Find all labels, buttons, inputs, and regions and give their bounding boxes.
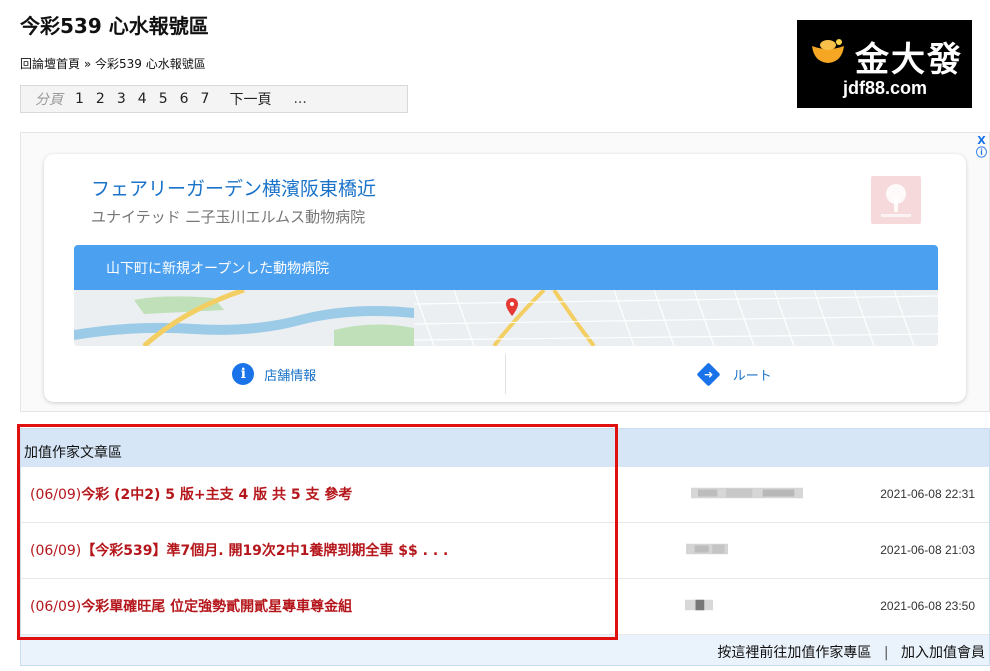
info-icon: i bbox=[232, 363, 255, 385]
ad-map[interactable] bbox=[74, 290, 938, 346]
article-title: 【今彩539】準7個月. 開19次2中1養牌到期全車 $$ . . . bbox=[81, 543, 449, 559]
logo-domain: jdf88.com bbox=[843, 78, 928, 98]
author-name-blurred[interactable] bbox=[683, 542, 731, 556]
footer-separator: | bbox=[883, 645, 889, 661]
ad-route-button[interactable]: ➜ ルート bbox=[504, 354, 967, 394]
author-name-blurred[interactable] bbox=[683, 486, 811, 500]
article-date: 2021-06-08 22:31 bbox=[880, 487, 975, 501]
article-title-link[interactable]: (06/09)【今彩539】準7個月. 開19次2中1養牌到期全車 $$ . .… bbox=[30, 540, 448, 560]
article-date-prefix: (06/09) bbox=[30, 543, 82, 559]
pager-page-1[interactable]: 1 bbox=[75, 91, 84, 107]
premium-authors-link[interactable]: 按這裡前往加值作家專區 bbox=[717, 645, 871, 661]
site-logo[interactable]: 金大發 jdf88.com bbox=[797, 20, 972, 108]
ad-thumbnail[interactable] bbox=[871, 176, 921, 224]
tree-logo-icon bbox=[881, 184, 911, 217]
pager-page-5[interactable]: 5 bbox=[159, 91, 168, 107]
article-title: 今彩單確旺尾 位定強勢貳開貳星專車尊金組 bbox=[81, 599, 353, 615]
articles-header: 加值作家文章區 bbox=[21, 429, 989, 467]
article-title: 今彩 (2中2) 5 版+主支 4 版 共 5 支 參考 bbox=[81, 487, 353, 503]
premium-articles-section: 加值作家文章區 (06/09)今彩 (2中2) 5 版+主支 4 版 共 5 支… bbox=[20, 428, 990, 666]
breadcrumb-current: 今彩539 心水報號區 bbox=[95, 57, 206, 71]
breadcrumb-separator: » bbox=[83, 57, 92, 71]
article-date: 2021-06-08 21:03 bbox=[880, 543, 975, 557]
map-image bbox=[74, 290, 938, 346]
article-title-link[interactable]: (06/09)今彩 (2中2) 5 版+主支 4 版 共 5 支 參考 bbox=[30, 484, 352, 504]
article-title-link[interactable]: (06/09)今彩單確旺尾 位定強勢貳開貳星專車尊金組 bbox=[30, 596, 352, 616]
article-date-prefix: (06/09) bbox=[30, 599, 82, 615]
ad-frame: X ⓘ フェアリーガーデン横濱阪東橋近 ユナイテッド 二子玉川エルムス動物病院 … bbox=[20, 132, 990, 412]
article-row: (06/09)今彩 (2中2) 5 版+主支 4 版 共 5 支 參考 2021… bbox=[21, 467, 989, 523]
article-row: (06/09)【今彩539】準7個月. 開19次2中1養牌到期全車 $$ . .… bbox=[21, 523, 989, 579]
pager-next-button[interactable]: 下一頁 bbox=[229, 89, 271, 109]
pager-page-2[interactable]: 2 bbox=[96, 91, 105, 107]
ad-subtitle: ユナイテッド 二子玉川エルムス動物病院 bbox=[91, 208, 366, 226]
join-premium-link[interactable]: 加入加值會員 bbox=[901, 645, 985, 661]
pager-page-4[interactable]: 4 bbox=[138, 91, 147, 107]
article-row: (06/09)今彩單確旺尾 位定強勢貳開貳星專車尊金組 2021-06-08 2… bbox=[21, 579, 989, 635]
breadcrumb-home-link[interactable]: 回論壇首頁 bbox=[20, 57, 80, 71]
pager-page-6[interactable]: 6 bbox=[180, 91, 189, 107]
ad-info-icon[interactable]: ⓘ bbox=[976, 147, 987, 159]
article-date-prefix: (06/09) bbox=[30, 487, 82, 503]
ad-route-label: ルート bbox=[732, 368, 772, 384]
route-arrow-glyph: ➜ bbox=[703, 367, 713, 381]
ad-title[interactable]: フェアリーガーデン横濱阪東橋近 bbox=[91, 174, 376, 201]
ad-actions: i 店舗情報 ➜ ルート bbox=[44, 354, 966, 394]
logo-name: 金大發 bbox=[855, 40, 963, 80]
ad-store-info-button[interactable]: i 店舗情報 bbox=[44, 354, 505, 394]
gold-ingot-icon bbox=[812, 39, 844, 63]
pager-page-7[interactable]: 7 bbox=[201, 91, 210, 107]
breadcrumb: 回論壇首頁 » 今彩539 心水報號區 bbox=[20, 55, 206, 72]
articles-footer: 按這裡前往加值作家專區 | 加入加值會員 bbox=[21, 635, 989, 665]
author-name-blurred[interactable] bbox=[683, 598, 715, 612]
pager-label: 分頁 bbox=[35, 92, 63, 108]
page-title: 今彩539 心水報號區 bbox=[20, 14, 209, 38]
ad-banner[interactable]: 山下町に新規オープンした動物病院 bbox=[74, 245, 938, 290]
ad-card[interactable]: フェアリーガーデン横濱阪東橋近 ユナイテッド 二子玉川エルムス動物病院 山下町に… bbox=[44, 154, 966, 402]
pager: 分頁 1 2 3 4 5 6 7 下一頁 ... bbox=[20, 85, 408, 113]
route-icon: ➜ bbox=[696, 361, 721, 387]
pager-page-3[interactable]: 3 bbox=[117, 91, 126, 107]
ad-store-info-label: 店舗情報 bbox=[264, 368, 317, 384]
article-date: 2021-06-08 23:50 bbox=[880, 599, 975, 613]
ad-choices-badge[interactable]: X ⓘ bbox=[976, 135, 987, 159]
pager-more[interactable]: ... bbox=[293, 91, 306, 107]
